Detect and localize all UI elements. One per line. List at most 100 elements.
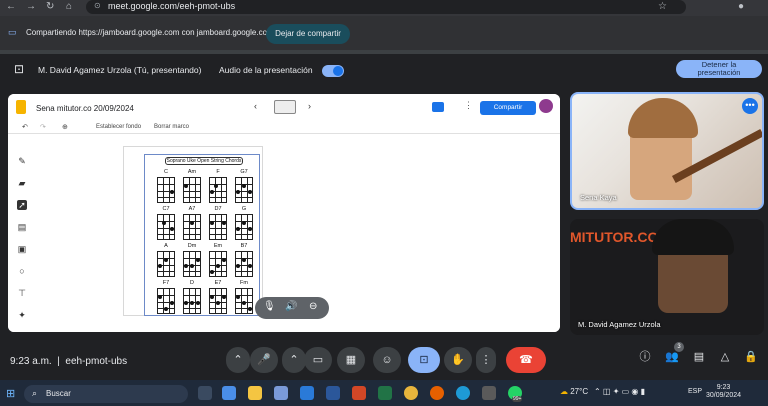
- task-view-icon[interactable]: [198, 386, 212, 400]
- leave-call-button[interactable]: ☎: [506, 347, 546, 373]
- finger-dot: [216, 264, 220, 268]
- audio-label: Audio de la presentación: [219, 65, 313, 75]
- audio-toggle[interactable]: [322, 65, 344, 77]
- info-icon[interactable]: ⓘ: [638, 350, 652, 364]
- firefox-icon[interactable]: [430, 386, 444, 400]
- host-controls-icon[interactable]: 🔒: [744, 350, 758, 364]
- finger-dot: [190, 221, 194, 225]
- file-explorer-icon[interactable]: [248, 386, 262, 400]
- chord-diagram: C: [155, 169, 177, 205]
- volume-icon[interactable]: 🔊: [285, 301, 297, 312]
- eraser-icon[interactable]: ▰: [17, 178, 27, 188]
- participant-tile-2[interactable]: MITUTOR.CO M. David Agamez Urzola: [570, 219, 764, 335]
- excel-icon[interactable]: [378, 386, 392, 400]
- jamboard-share-button[interactable]: Compartir: [480, 101, 536, 115]
- minimize-icon[interactable]: ⊖: [309, 301, 317, 312]
- home-icon[interactable]: ⌂: [66, 1, 72, 12]
- chrome-icon[interactable]: [404, 386, 418, 400]
- next-frame-icon[interactable]: ›: [308, 101, 311, 111]
- chord-fretboard: [235, 288, 253, 314]
- activities-icon[interactable]: △: [718, 350, 732, 364]
- present-to-meet-icon[interactable]: [432, 102, 444, 112]
- finger-dot: [158, 264, 162, 268]
- participant-tile-1[interactable]: ••• Sena Kaya: [570, 92, 764, 210]
- back-icon[interactable]: ←: [6, 1, 16, 12]
- mail-icon[interactable]: [300, 386, 314, 400]
- camera-button[interactable]: ▭: [304, 347, 332, 373]
- forward-icon[interactable]: →: [26, 1, 36, 12]
- powerpoint-icon[interactable]: [352, 386, 366, 400]
- chord-fretboard: [235, 251, 253, 277]
- presenter-label: M. David Agamez Urzola (Tú, presentando): [38, 65, 202, 75]
- edge-icon[interactable]: [456, 386, 470, 400]
- chord-name: Am: [187, 169, 197, 175]
- frame-bar-button[interactable]: [274, 100, 296, 114]
- undo-icon[interactable]: ↶: [22, 123, 28, 131]
- chord-fretboard: [157, 214, 175, 240]
- finger-dot: [248, 190, 252, 194]
- chord-chart-image[interactable]: Soprano Uke Open String Chords C Am F G7 C7 A…: [144, 154, 260, 316]
- text-box-icon[interactable]: ⊤: [17, 288, 27, 298]
- chord-name: F7: [162, 280, 170, 286]
- screen-share-icon: ▭: [8, 27, 17, 37]
- image-icon[interactable]: ▣: [17, 244, 27, 254]
- windows-start-icon[interactable]: ⊞: [6, 387, 15, 400]
- tile-more-options-button[interactable]: •••: [742, 98, 758, 114]
- jamboard-header: Sena mitutor.co 20/09/2024 ‹ › ⋮ Compart…: [8, 94, 560, 134]
- laser-icon[interactable]: ✦: [17, 310, 27, 320]
- captions-button[interactable]: ▦: [337, 347, 365, 373]
- copilot-icon[interactable]: [222, 386, 236, 400]
- more-options-button[interactable]: ⋮: [476, 347, 496, 373]
- prev-frame-icon[interactable]: ‹: [254, 101, 257, 111]
- emoji-button[interactable]: ☺: [373, 347, 401, 373]
- chord-diagram: Fm: [233, 280, 255, 316]
- finger-dot: [184, 301, 188, 305]
- mic-button[interactable]: 🎤: [250, 347, 278, 373]
- set-background-button[interactable]: Establecer fondo: [96, 124, 141, 130]
- pen-icon[interactable]: ✎: [17, 156, 27, 166]
- store-icon[interactable]: [274, 386, 288, 400]
- present-button[interactable]: ⊡: [408, 347, 440, 373]
- chord-name: D: [190, 280, 194, 286]
- language-indicator[interactable]: ESP: [688, 388, 702, 395]
- mic-off-icon[interactable]: 🎙: [263, 301, 276, 312]
- weather-widget[interactable]: ☁ 27°C: [560, 387, 588, 396]
- raise-hand-button[interactable]: ✋: [444, 347, 472, 373]
- chrome-active-icon[interactable]: [482, 386, 496, 400]
- finger-dot: [170, 190, 174, 194]
- clear-frame-button[interactable]: Borrar marco: [154, 124, 189, 130]
- sticky-note-icon[interactable]: ▤: [17, 222, 27, 232]
- finger-dot: [190, 264, 194, 268]
- people-icon[interactable]: 👥: [665, 350, 679, 364]
- finger-dot: [158, 295, 162, 299]
- zoom-icon[interactable]: ⊕: [62, 123, 68, 131]
- chord-diagram: A7: [181, 206, 203, 242]
- finger-dot: [210, 270, 214, 274]
- site-info-icon[interactable]: ⊙: [94, 1, 101, 10]
- audio-options-button[interactable]: ⌃: [226, 347, 250, 373]
- chord-name: Fm: [240, 280, 248, 286]
- chat-icon[interactable]: ▤: [692, 350, 706, 364]
- video-options-button[interactable]: ⌃: [282, 347, 306, 373]
- taskbar-clock[interactable]: 9:23 30/09/2024: [706, 384, 741, 400]
- redo-icon[interactable]: ↷: [40, 123, 46, 131]
- word-icon[interactable]: [326, 386, 340, 400]
- shared-screen-jamboard: Sena mitutor.co 20/09/2024 ‹ › ⋮ Compart…: [8, 94, 560, 332]
- finger-dot: [248, 264, 252, 268]
- reload-icon[interactable]: ↻: [46, 1, 54, 12]
- system-tray-icons[interactable]: ⌃ ◫ ✦ ▭ ◉ ▮: [594, 387, 645, 396]
- chord-fretboard: [209, 214, 227, 240]
- more-options-icon[interactable]: ⋮: [464, 100, 473, 111]
- stop-sharing-button[interactable]: Dejar de compartir: [266, 24, 350, 44]
- profile-avatar-icon[interactable]: ●: [738, 1, 744, 12]
- chord-name: C7: [162, 206, 170, 212]
- chord-diagram: D: [181, 280, 203, 316]
- stop-presenting-button[interactable]: Detener la presentación: [676, 60, 762, 78]
- select-icon[interactable]: ➚: [17, 200, 27, 210]
- circle-icon[interactable]: ○: [17, 266, 27, 276]
- bookmark-star-icon[interactable]: ☆: [658, 1, 667, 12]
- address-bar[interactable]: ⊙ meet.google.com/eeh-pmot-ubs: [86, 0, 686, 14]
- user-avatar[interactable]: [539, 99, 553, 113]
- finger-dot: [248, 307, 252, 311]
- taskbar-search[interactable]: ⌕ Buscar: [24, 385, 188, 403]
